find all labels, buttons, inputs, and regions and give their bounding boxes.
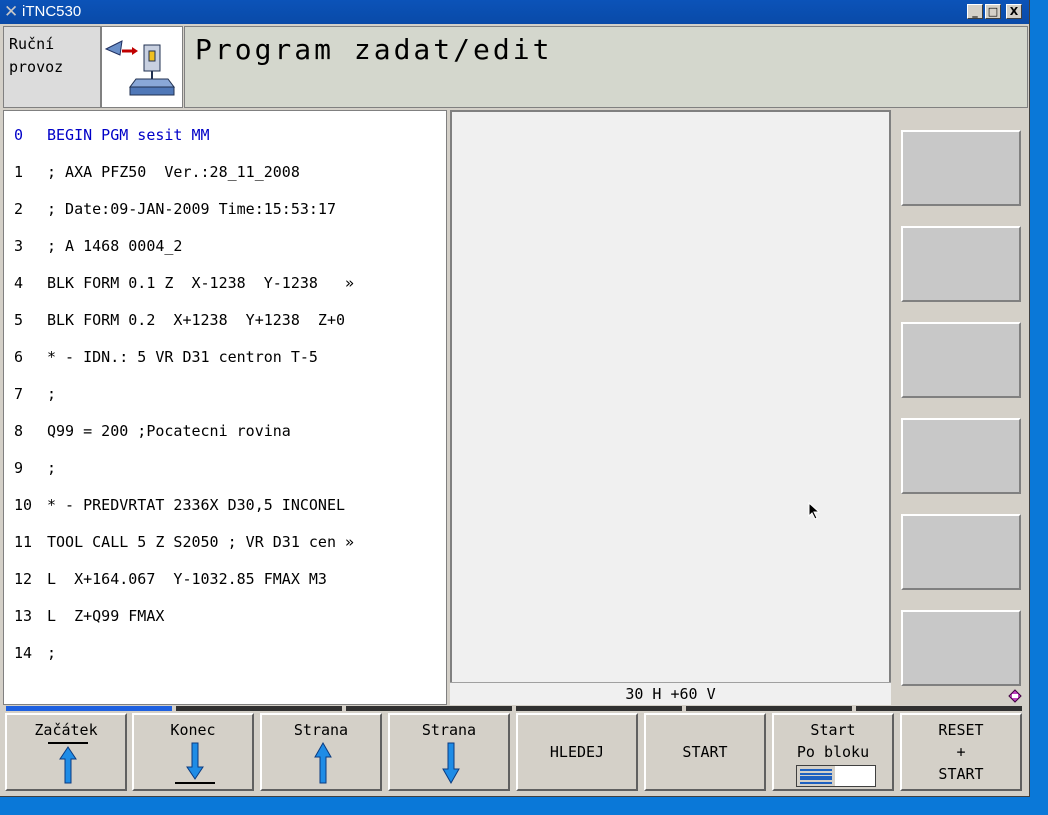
program-line[interactable]: 8 Q99 = 200 ;Pocatecni rovina bbox=[14, 422, 291, 440]
softkey-start-po-bloku[interactable]: Start Po bloku bbox=[772, 713, 894, 791]
softkey-label: Start bbox=[810, 721, 856, 739]
softkey-label: Strana bbox=[293, 721, 349, 739]
program-line[interactable]: 12 L X+164.067 Y-1032.85 FMAX M3 bbox=[14, 570, 327, 588]
program-line[interactable]: 3; A 1468 0004_2 bbox=[14, 237, 182, 255]
program-line[interactable]: 10 * - PREDVRTAT 2336X D30,5 INCONEL bbox=[14, 496, 345, 514]
program-line[interactable]: 13 L Z+Q99 FMAX bbox=[14, 607, 164, 625]
single-block-icon bbox=[796, 765, 876, 787]
softkey-label: START bbox=[682, 743, 728, 761]
app-logo-icon: ✕ bbox=[4, 2, 19, 22]
program-line[interactable]: 9; bbox=[14, 459, 56, 477]
arrow-down-icon bbox=[442, 742, 460, 785]
program-editor[interactable]: 0 BEGIN PGM sesit MM 1; AXA PFZ50 Ver.:28… bbox=[3, 110, 447, 705]
softkey-label: Strana bbox=[421, 721, 477, 739]
mode-line2: provoz bbox=[9, 58, 64, 76]
softkey-label: Po bloku bbox=[796, 743, 870, 761]
mouse-cursor-icon bbox=[808, 501, 822, 524]
title-bar[interactable]: ✕ iTNC530 _ □ X bbox=[0, 0, 1029, 24]
softkey-reset-start[interactable]: RESET + START bbox=[900, 713, 1022, 791]
softkey-label: RESET bbox=[938, 721, 984, 739]
program-line[interactable]: 7; bbox=[14, 385, 56, 403]
maximize-button[interactable]: □ bbox=[985, 4, 1001, 19]
minimize-button[interactable]: _ bbox=[967, 4, 983, 19]
vertical-softkey[interactable] bbox=[901, 418, 1021, 494]
window-title: iTNC530 bbox=[22, 3, 82, 20]
softkey-konec[interactable]: Konec bbox=[132, 713, 254, 791]
arrow-up-to-line-icon bbox=[48, 742, 88, 784]
softkey-label: Konec bbox=[170, 721, 216, 739]
vertical-softkey[interactable] bbox=[901, 514, 1021, 590]
softkey-level-bar bbox=[176, 706, 342, 711]
softkey-label: + bbox=[956, 743, 966, 761]
graphics-panel[interactable] bbox=[450, 110, 891, 703]
program-line[interactable]: 4 BLK FORM 0.1 Z X-1238 Y-1238 » bbox=[14, 274, 354, 292]
program-line[interactable]: 0 BEGIN PGM sesit MM bbox=[14, 126, 210, 144]
arrow-down-to-line-icon bbox=[175, 742, 215, 784]
softkey-strana-up[interactable]: Strana bbox=[260, 713, 382, 791]
softkey-start[interactable]: START bbox=[644, 713, 766, 791]
softkey-label: HLEDEJ bbox=[549, 743, 605, 761]
page-title: Program zadat/edit bbox=[195, 33, 553, 66]
vertical-softkey[interactable] bbox=[901, 226, 1021, 302]
program-line[interactable]: 1; AXA PFZ50 Ver.:28_11_2008 bbox=[14, 163, 300, 181]
softkey-label: START bbox=[938, 765, 984, 783]
mode-line1: Ruční bbox=[9, 35, 55, 53]
softkey-level-bar bbox=[856, 706, 1022, 711]
softkey-level-bar bbox=[346, 706, 512, 711]
vertical-softkey[interactable] bbox=[901, 130, 1021, 206]
vertical-softkey[interactable] bbox=[901, 610, 1021, 686]
softkey-level-bar bbox=[516, 706, 682, 711]
header-panel: Program zadat/edit bbox=[184, 26, 1028, 108]
softkey-hledej[interactable]: HLEDEJ bbox=[516, 713, 638, 791]
softkey-label: Začátek bbox=[34, 721, 98, 739]
arrow-up-icon bbox=[314, 741, 332, 784]
operating-mode: Ruční provoz bbox=[3, 26, 101, 108]
program-line[interactable]: 14; bbox=[14, 644, 56, 662]
program-line[interactable]: 6 * - IDN.: 5 VR D31 centron T-5 bbox=[14, 348, 318, 366]
program-line[interactable]: 5 BLK FORM 0.2 X+1238 Y+1238 Z+0 bbox=[14, 311, 345, 329]
vertical-softkey[interactable] bbox=[901, 322, 1021, 398]
graphics-status: 30 H +60 V bbox=[450, 682, 891, 705]
close-button[interactable]: X bbox=[1006, 4, 1022, 19]
program-line[interactable]: 2; Date:09-JAN-2009 Time:15:53:17 bbox=[14, 200, 336, 218]
itnc-window: ✕ iTNC530 _ □ X Ruční provoz Program zad… bbox=[0, 0, 1030, 797]
softkey-strana-down[interactable]: Strana bbox=[388, 713, 510, 791]
program-line[interactable]: 11 TOOL CALL 5 Z S2050 ; VR D31 cen » bbox=[14, 533, 354, 551]
softkey-switch-icon[interactable] bbox=[1008, 688, 1022, 703]
softkey-level-indicator bbox=[6, 706, 172, 711]
machine-icon bbox=[101, 26, 183, 108]
softkey-zacatek[interactable]: Začátek bbox=[5, 713, 127, 791]
softkey-level-bar bbox=[686, 706, 852, 711]
vertical-softkey-panel bbox=[894, 110, 1026, 703]
